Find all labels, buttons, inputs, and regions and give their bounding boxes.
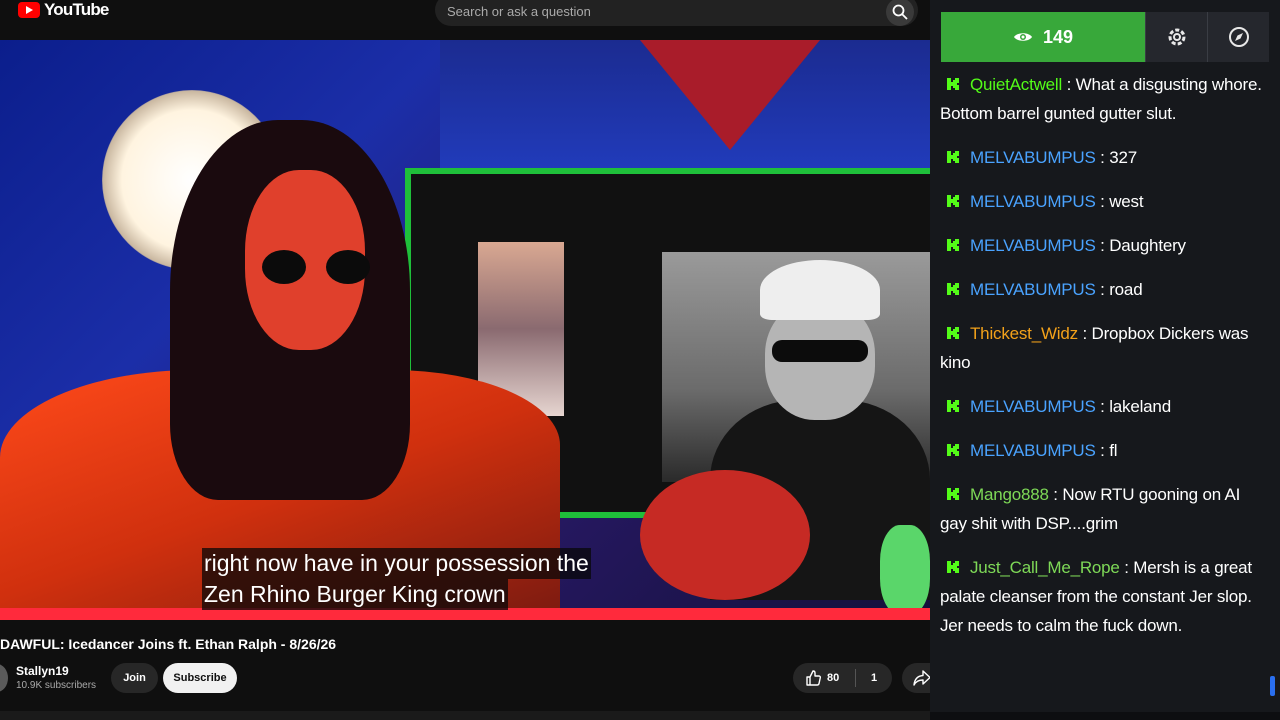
chat-text: road	[1109, 280, 1143, 299]
chat-username[interactable]: MELVABUMPUS	[970, 236, 1096, 255]
video-hand	[640, 470, 810, 600]
kick-badge-icon	[947, 327, 959, 339]
channel-avatar[interactable]	[0, 664, 8, 692]
chat-message: MELVABUMPUS : fl	[940, 436, 1265, 465]
subscriber-count: 10.9K subscribers	[16, 680, 97, 691]
kick-badge-icon	[947, 151, 959, 163]
gear-icon	[1168, 28, 1185, 46]
viewer-count: 149	[1042, 26, 1074, 47]
chat-username[interactable]: MELVABUMPUS	[970, 148, 1096, 167]
like-count: 80	[827, 672, 840, 684]
chat-scrollbar[interactable]	[1270, 676, 1275, 696]
chat-text: west	[1109, 192, 1144, 211]
chat-message: Just_Call_Me_Rope : Mersh is a great pal…	[940, 553, 1265, 640]
chat-username[interactable]: Mango888	[970, 485, 1049, 504]
share-icon	[913, 670, 931, 686]
chat-panel: 149 QuietActwell : What a disgusting who…	[930, 0, 1280, 720]
bottom-strip	[0, 711, 930, 720]
kick-badge-icon	[947, 239, 959, 251]
chat-message: MELVABUMPUS : 327	[940, 143, 1265, 172]
join-button[interactable]: Join	[111, 663, 158, 693]
video-red-triangle	[640, 40, 820, 150]
compass-icon	[1228, 27, 1249, 47]
kick-badge-icon	[947, 561, 959, 573]
chat-separator: :	[1048, 485, 1063, 504]
chat-username[interactable]: MELVABUMPUS	[970, 192, 1096, 211]
viewer-count-badge: 149	[941, 12, 1145, 62]
chat-message: MELVABUMPUS : west	[940, 187, 1265, 216]
video-title: DAWFUL: Icedancer Joins ft. Ethan Ralph …	[0, 636, 337, 652]
eye-icon	[1013, 33, 1032, 41]
chat-message: QuietActwell : What a disgusting whore. …	[940, 70, 1265, 128]
search-icon	[892, 4, 908, 20]
chat-text: 327	[1109, 148, 1137, 167]
kick-badge-icon	[947, 195, 959, 207]
chat-message: MELVABUMPUS : Daughtery	[940, 231, 1265, 260]
search-input[interactable]	[447, 0, 867, 22]
kick-badge-icon	[947, 78, 959, 90]
chat-text: lakeland	[1109, 397, 1171, 416]
chat-message: Mango888 : Now RTU gooning on AI gay shi…	[940, 480, 1265, 538]
video-round-sunglasses	[262, 250, 372, 286]
channel-row: Stallyn19 10.9K subscribers Join Subscri…	[0, 660, 942, 700]
chat-separator: :	[1095, 236, 1110, 255]
search-button[interactable]	[886, 0, 914, 26]
like-button[interactable]: 80	[793, 670, 855, 686]
like-dislike-bar: 80 1	[793, 663, 892, 693]
chat-separator: :	[1095, 441, 1110, 460]
thumbs-up-icon	[806, 670, 821, 686]
kick-badge-icon	[947, 400, 959, 412]
top-bar: YouTube	[0, 0, 930, 40]
chat-messages: QuietActwell : What a disgusting whore. …	[940, 70, 1265, 655]
youtube-play-icon	[18, 2, 40, 18]
search-box	[435, 0, 918, 26]
chat-text: Daughtery	[1109, 236, 1186, 255]
youtube-logo[interactable]: YouTube	[18, 0, 109, 20]
dislike-button[interactable]: 1	[856, 672, 892, 684]
chat-separator: :	[1095, 280, 1110, 299]
chat-username[interactable]: QuietActwell	[970, 75, 1062, 94]
video-captions: right now have in your possession the Ze…	[202, 548, 591, 610]
video-mascot	[880, 525, 930, 615]
channel-name[interactable]: Stallyn19	[16, 664, 69, 678]
dislike-count: 1	[870, 672, 878, 684]
youtube-logo-text: YouTube	[44, 0, 109, 19]
chat-separator: :	[1062, 75, 1076, 94]
kick-badge-icon	[947, 283, 959, 295]
chat-username[interactable]: MELVABUMPUS	[970, 441, 1096, 460]
chat-popout-button[interactable]	[1207, 12, 1269, 62]
chat-username[interactable]: MELVABUMPUS	[970, 397, 1096, 416]
chat-message: Thickest_Widz : Dropbox Dickers was kino	[940, 319, 1265, 377]
video-player[interactable]	[0, 40, 930, 620]
chat-separator: :	[1095, 148, 1110, 167]
chat-separator: :	[1077, 324, 1092, 343]
kick-badge-icon	[947, 444, 959, 456]
chat-message: MELVABUMPUS : road	[940, 275, 1265, 304]
chat-separator: :	[1095, 397, 1110, 416]
chat-text: fl	[1109, 441, 1118, 460]
chat-username[interactable]: Just_Call_Me_Rope	[970, 558, 1120, 577]
chat-settings-button[interactable]	[1145, 12, 1207, 62]
chat-username[interactable]: MELVABUMPUS	[970, 280, 1096, 299]
caption-line: Zen Rhino Burger King crown	[202, 579, 508, 610]
subscribe-button[interactable]: Subscribe	[163, 663, 237, 693]
chat-footer	[930, 712, 1280, 720]
caption-line: right now have in your possession the	[202, 548, 591, 579]
chat-username[interactable]: Thickest_Widz	[970, 324, 1078, 343]
chat-header: 149	[941, 12, 1269, 62]
chat-separator: :	[1119, 558, 1134, 577]
kick-badge-icon	[947, 488, 959, 500]
chat-separator: :	[1095, 192, 1110, 211]
chat-message: MELVABUMPUS : lakeland	[940, 392, 1265, 421]
